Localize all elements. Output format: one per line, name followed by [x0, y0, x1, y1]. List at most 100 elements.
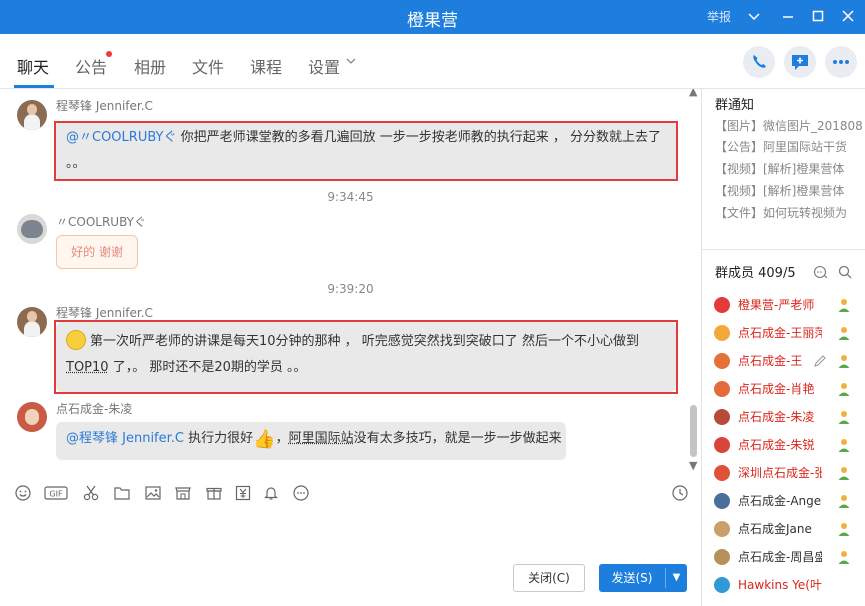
- chat-add-icon: [792, 55, 808, 70]
- avatar[interactable]: [17, 214, 47, 244]
- message-timestamp: 9:39:20: [327, 282, 374, 296]
- avatar[interactable]: [17, 307, 47, 337]
- notice-item[interactable]: 【图片】微信图片_201808: [715, 117, 865, 134]
- add-message-button[interactable]: [784, 46, 816, 78]
- message-sender: 程琴锋 Jennifer.C: [56, 306, 153, 320]
- tab-settings[interactable]: 设置: [308, 54, 340, 78]
- member-role-icon: [836, 353, 852, 369]
- tab-chat[interactable]: 聊天: [17, 54, 49, 78]
- member-avatar: [714, 437, 730, 453]
- highlight-box: [54, 121, 678, 181]
- scroll-up-icon[interactable]: ▲: [689, 89, 697, 98]
- bell-icon[interactable]: [262, 484, 280, 502]
- gif-icon[interactable]: GIF: [44, 484, 68, 502]
- message-sender: 〃COOLRUBYぐ: [56, 215, 146, 229]
- emoji-icon[interactable]: [14, 484, 32, 502]
- message-bubble[interactable]: @程琴锋 Jennifer.C 执行力很好👍，阿里国际站没有太多技巧，就是一步一…: [56, 422, 566, 460]
- search-icon[interactable]: [837, 264, 853, 280]
- sticker-message[interactable]: 好的 谢谢: [56, 235, 138, 269]
- coupon-icon[interactable]: [234, 484, 252, 502]
- panel-separator: [702, 249, 865, 250]
- scissors-icon[interactable]: [82, 484, 100, 502]
- member-avatar: [714, 353, 730, 369]
- send-button[interactable]: 发送(S) ▼: [599, 564, 687, 592]
- maximize-icon[interactable]: [810, 8, 826, 24]
- member-name: 点石成金-周昌盛: [738, 550, 822, 564]
- member-avatar: [714, 577, 730, 593]
- image-icon[interactable]: [144, 484, 162, 502]
- group-side-panel: 群通知 【图片】微信图片_201808 【公告】阿里国际站干货 【视频】[解析]…: [702, 89, 865, 606]
- member-item[interactable]: 点石成金-周昌盛: [714, 546, 865, 566]
- notice-item[interactable]: 【公告】阿里国际站干货: [715, 138, 865, 155]
- highlight-box: [54, 320, 678, 394]
- member-item[interactable]: 点石成金-王丽萍: [714, 322, 865, 342]
- phone-icon: [753, 55, 766, 68]
- close-button[interactable]: 关闭(C): [513, 564, 585, 592]
- edit-icon[interactable]: [812, 353, 828, 369]
- tab-bar: 聊天 公告 相册 文件 课程 设置: [0, 34, 865, 89]
- member-role-icon: [836, 493, 852, 509]
- notice-item[interactable]: 【视频】[解析]橙果营体: [715, 160, 865, 177]
- send-options-chevron-icon[interactable]: ▼: [666, 564, 687, 592]
- title-bar: 橙果营 举报: [0, 0, 865, 34]
- member-item[interactable]: 橙果营-严老师: [714, 294, 865, 314]
- member-avatar: [714, 521, 730, 537]
- member-item[interactable]: 点石成金-朱凌: [714, 406, 865, 426]
- scrollbar-thumb[interactable]: [690, 405, 697, 457]
- report-button[interactable]: 举报: [707, 8, 731, 25]
- chevron-down-icon[interactable]: [746, 8, 762, 24]
- member-name: 点石成金-王丽萍: [738, 326, 822, 340]
- member-item[interactable]: 点石成金-朱锐: [714, 434, 865, 454]
- notice-title: 群通知: [715, 98, 755, 113]
- settings-chevron-down-icon[interactable]: [346, 56, 356, 69]
- close-icon[interactable]: [840, 8, 856, 24]
- phone-call-button[interactable]: [743, 46, 775, 78]
- history-clock-icon[interactable]: [671, 484, 689, 502]
- more-options-icon[interactable]: [292, 484, 310, 502]
- member-settings-icon[interactable]: [813, 264, 829, 280]
- member-item[interactable]: 点石成金-王: [714, 350, 865, 370]
- member-avatar: [714, 381, 730, 397]
- member-name: 点石成金-肖艳: [738, 382, 815, 396]
- member-item[interactable]: 深圳点石成金-张: [714, 462, 865, 482]
- tab-files[interactable]: 文件: [192, 54, 224, 78]
- tab-album[interactable]: 相册: [134, 54, 166, 78]
- gift-icon[interactable]: [205, 484, 223, 502]
- svg-text:GIF: GIF: [49, 490, 63, 499]
- active-tab-indicator: [14, 85, 54, 88]
- members-title: 群成员 409/5: [715, 266, 796, 281]
- minimize-icon[interactable]: [780, 8, 796, 24]
- member-item[interactable]: 点石成金-肖艳: [714, 378, 865, 398]
- member-avatar: [714, 549, 730, 565]
- notice-item[interactable]: 【视频】[解析]橙果营体: [715, 182, 865, 199]
- member-role-icon: [836, 549, 852, 565]
- tab-courses[interactable]: 课程: [250, 54, 282, 78]
- member-role-icon: [836, 437, 852, 453]
- tab-announcement[interactable]: 公告: [75, 54, 107, 78]
- more-button[interactable]: [825, 46, 857, 78]
- notice-item[interactable]: 【文件】如何玩转视频为: [715, 204, 865, 221]
- shop-icon[interactable]: [174, 484, 192, 502]
- member-name: 点石成金-王: [738, 354, 803, 368]
- folder-icon[interactable]: [113, 484, 131, 502]
- chat-message-list[interactable]: ▲ 程琴锋 Jennifer.C @〃COOLRUBYぐ 你把严老师课堂教的多看…: [0, 89, 701, 476]
- message-text: 没有太多技巧，就是一步一步做起来: [353, 431, 562, 446]
- message-sender: 点石成金-朱凌: [56, 402, 133, 416]
- message-input[interactable]: [0, 510, 701, 606]
- keyword-link[interactable]: 阿里国际站: [289, 431, 354, 446]
- member-item[interactable]: 点石成金-Angel: [714, 490, 865, 510]
- avatar[interactable]: [17, 402, 47, 432]
- member-role-icon: [836, 381, 852, 397]
- thumbs-up-emoji-icon: 👍: [253, 429, 276, 450]
- member-role-icon: [836, 521, 852, 537]
- scroll-down-icon[interactable]: ▼: [689, 459, 697, 472]
- member-avatar: [714, 409, 730, 425]
- mention-link[interactable]: @程琴锋 Jennifer.C: [66, 431, 184, 446]
- avatar[interactable]: [17, 100, 47, 130]
- member-item[interactable]: 点石成金Jane: [714, 518, 865, 538]
- member-role-icon: [836, 297, 852, 313]
- member-item[interactable]: Hawkins Ye(叶辉): [714, 574, 865, 594]
- unread-dot: [106, 51, 112, 57]
- member-role-icon: [836, 409, 852, 425]
- member-name: 点石成金-朱凌: [738, 410, 815, 424]
